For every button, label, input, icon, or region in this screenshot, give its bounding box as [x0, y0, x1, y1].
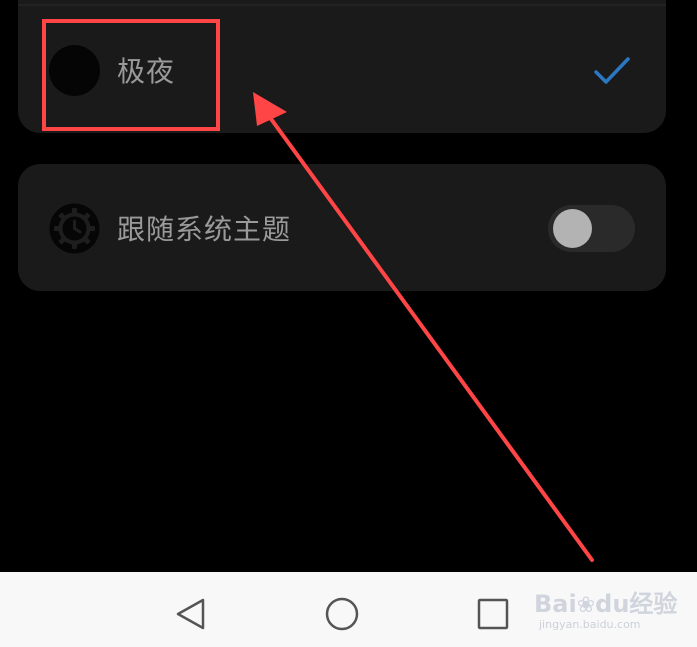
watermark-logo: Bai❀du经验 jingyan.baidu.com — [534, 578, 694, 638]
follow-system-toggle[interactable] — [548, 205, 635, 252]
home-circle-icon[interactable] — [322, 594, 362, 634]
paw-icon: ❀ — [576, 593, 596, 618]
gear-icon — [49, 203, 100, 254]
back-triangle-icon[interactable] — [170, 594, 210, 634]
annotation-highlight-box — [42, 19, 220, 131]
toggle-knob — [553, 209, 592, 248]
recent-square-icon[interactable] — [473, 594, 513, 634]
watermark-brand: Bai❀du经验 — [534, 590, 678, 618]
follow-system-label: 跟随系统主题 — [117, 213, 292, 246]
check-icon — [594, 57, 630, 84]
divider — [18, 4, 666, 6]
watermark-url: jingyan.baidu.com — [539, 618, 641, 631]
